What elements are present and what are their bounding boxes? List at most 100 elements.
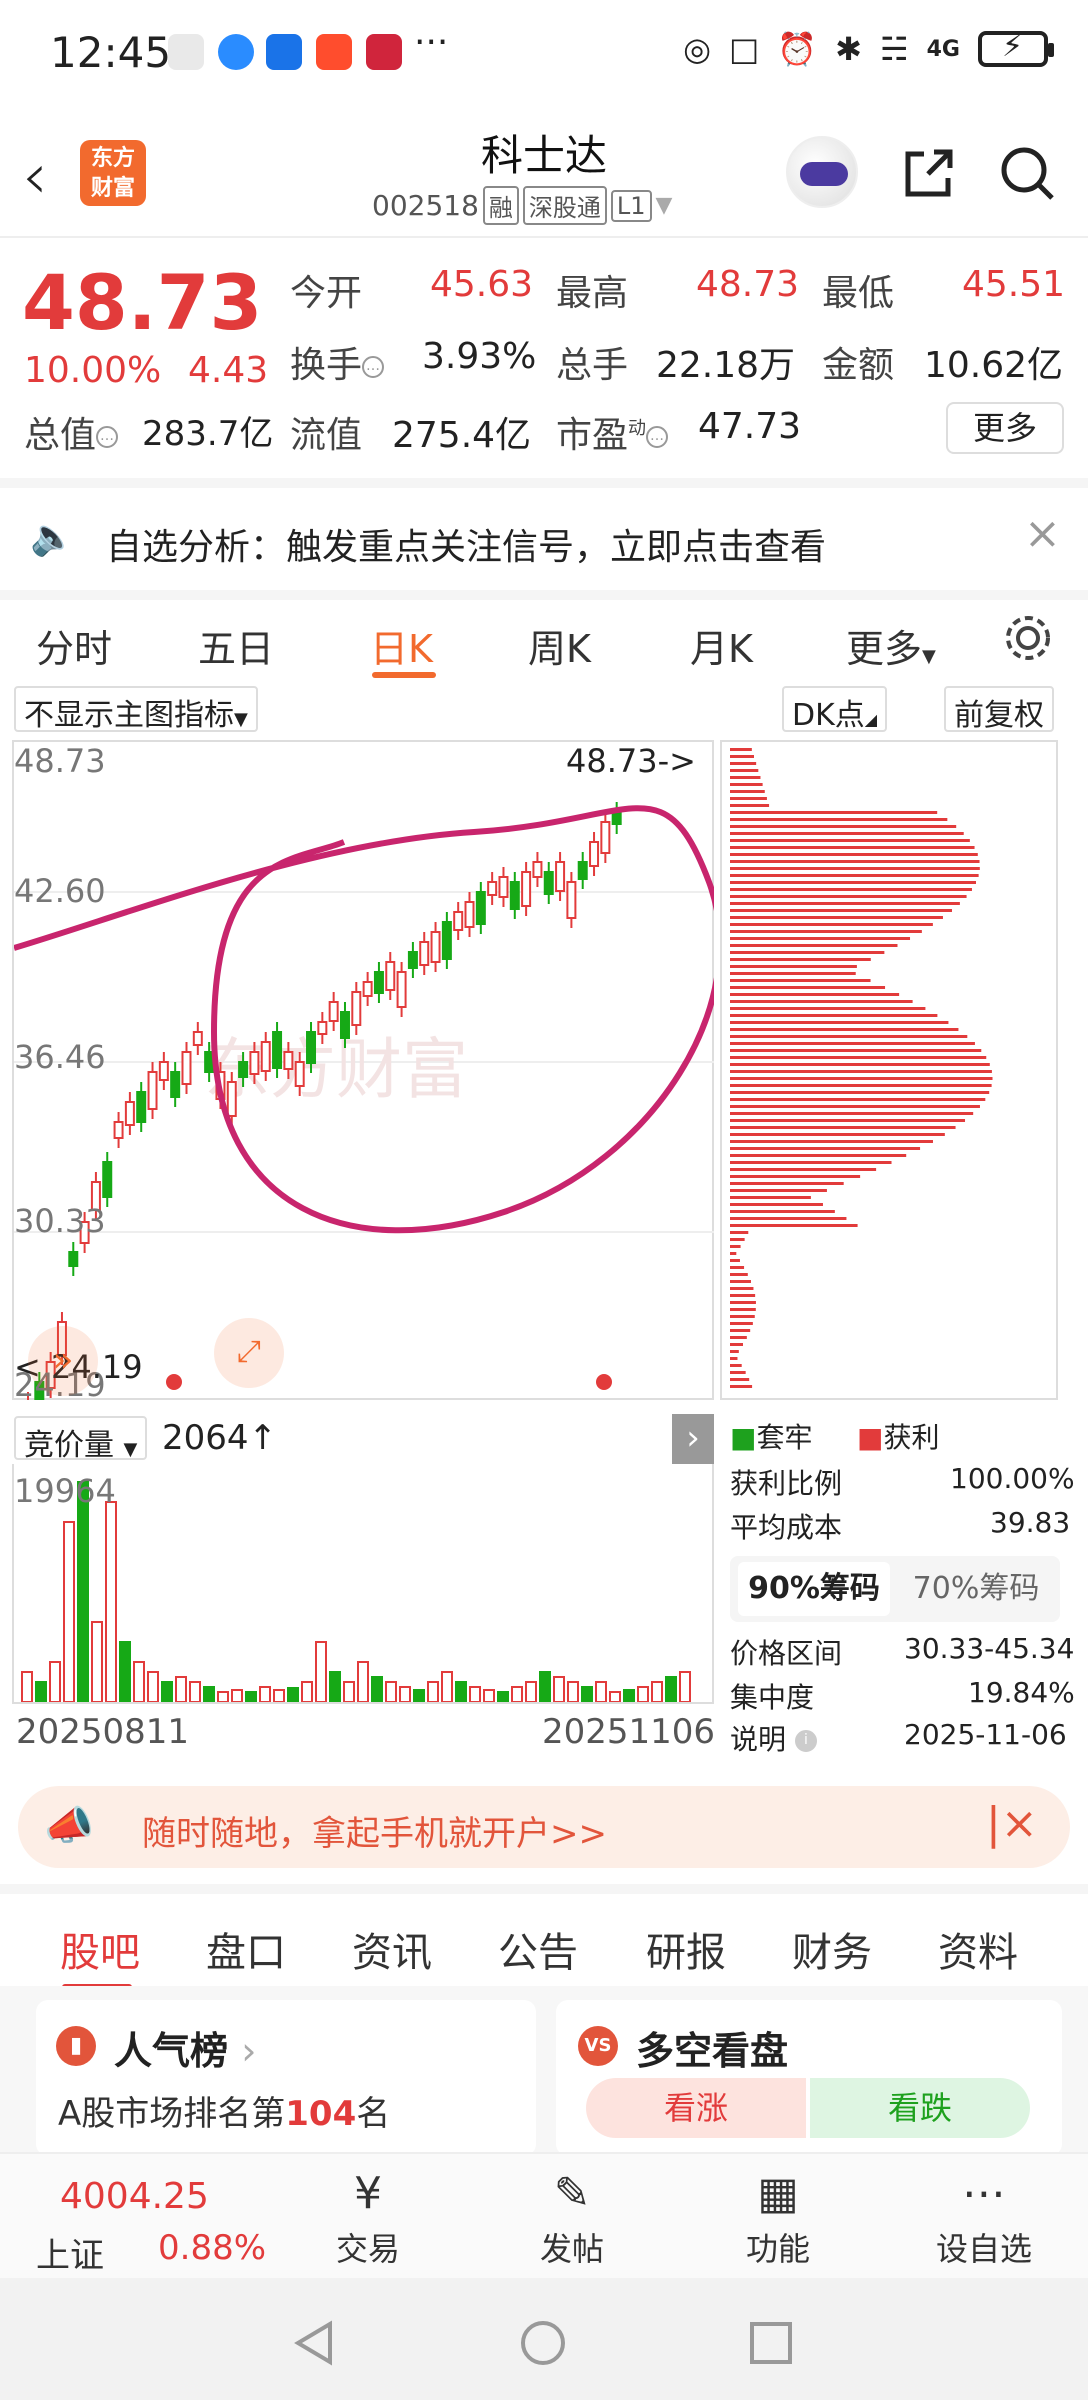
stock-code-line[interactable]: 002518 融 深股通 L1 ▼	[372, 186, 672, 225]
tab-more[interactable]: 更多▼	[846, 618, 936, 673]
tab-intraday[interactable]: 分时	[36, 618, 112, 673]
close-icon[interactable]: ×	[1024, 508, 1061, 559]
volume-bar	[371, 1676, 383, 1703]
candle	[192, 1031, 203, 1046]
back-triangle-icon[interactable]	[290, 2318, 340, 2368]
chip-bar	[730, 762, 757, 765]
volume-bar	[413, 1689, 425, 1703]
event-dot	[166, 1374, 182, 1390]
flower-app-icon	[366, 34, 402, 70]
range-label: 价格区间	[730, 1637, 843, 1670]
candle	[283, 1051, 294, 1070]
candle	[611, 811, 622, 825]
open-label: 今开	[290, 273, 363, 314]
more-button[interactable]: 更多	[946, 402, 1064, 454]
chip-bar	[730, 1252, 737, 1255]
y-label-max: 48.73	[14, 742, 106, 780]
kline-chart[interactable]: 东方财富 48.73 42.60 36.46 30.33 24.19 48.73…	[12, 740, 714, 1404]
info-tabs: 股吧 盘口 资讯 公告 研报 财务 资料	[0, 1884, 1088, 1990]
candle	[419, 941, 430, 966]
tab-monthly-k[interactable]: 月K	[690, 618, 753, 673]
tab-weekly-k[interactable]: 周K	[528, 618, 591, 673]
volume-bar	[679, 1671, 691, 1703]
volume-bar	[595, 1681, 607, 1703]
chip-bar	[730, 1210, 835, 1213]
float-value: 275.4亿	[392, 415, 532, 456]
candle	[453, 911, 464, 931]
dropdown-icon: ▼	[234, 709, 248, 730]
pe-label: 市盈动…	[556, 406, 669, 458]
candle	[328, 1001, 339, 1022]
turnover-label: 换手…	[290, 336, 385, 388]
tab-daily-k[interactable]: 日K	[370, 618, 433, 673]
status-right: ◎ □ ⏰ ✱ ☵ 4G ⚡	[683, 29, 1054, 68]
share-icon[interactable]	[898, 142, 960, 204]
popularity-title-text: 人气榜	[114, 2029, 229, 2073]
tab-five-day[interactable]: 五日	[198, 618, 274, 673]
alert-bar[interactable]: 🔈 自选分析：触发重点关注信号，立即点击查看 ×	[0, 478, 1088, 578]
scroll-left-button[interactable]: »	[28, 1326, 98, 1396]
collapse-chip-button[interactable]: ›	[672, 1414, 714, 1464]
tab-orderbook[interactable]: 盘口	[206, 1920, 286, 1978]
tab-profile[interactable]: 资料	[938, 1920, 1018, 1978]
dk-point-button[interactable]: DK点◢	[782, 686, 888, 733]
alert-text: 自选分析：触发重点关注信号，立即点击查看	[106, 527, 827, 568]
volume-bar	[427, 1681, 439, 1703]
turnover-label-text: 换手	[290, 345, 363, 386]
chip-bar	[730, 769, 759, 772]
volume-label: 总手	[556, 345, 629, 386]
float-label: 流值	[290, 415, 363, 456]
candle	[441, 921, 452, 960]
chip-bar	[730, 1084, 992, 1087]
info-icon[interactable]: i	[794, 1730, 817, 1752]
bullish-button[interactable]: 看涨	[586, 2078, 806, 2138]
tab-90-chip[interactable]: 90%筹码	[738, 1562, 890, 1616]
candle	[317, 1021, 328, 1035]
recents-square-icon[interactable]	[746, 2318, 796, 2368]
popularity-card[interactable]: ▮ 人气榜 › A股市场排名第104名	[36, 2000, 536, 2156]
tab-announcements[interactable]: 公告	[498, 1920, 578, 1978]
tab-research[interactable]: 研报	[646, 1920, 726, 1978]
nav-post[interactable]: ✎ 发帖	[502, 2164, 642, 2270]
change-percent: 10.00%	[24, 350, 162, 391]
chip-bar	[730, 1301, 756, 1304]
chip-bar	[730, 1217, 847, 1220]
indicator-selector[interactable]: 不显示主图指标▼	[14, 686, 258, 733]
info-icon[interactable]: …	[96, 426, 119, 448]
ai-assistant-icon[interactable]	[786, 136, 858, 208]
info-icon[interactable]: …	[646, 426, 669, 448]
close-icon[interactable]: |×	[986, 1798, 1038, 1849]
tab-forum[interactable]: 股吧	[60, 1920, 140, 1978]
index-value[interactable]: 4004.25	[60, 2176, 209, 2217]
home-circle-icon[interactable]	[518, 2318, 568, 2368]
info-icon[interactable]: …	[362, 356, 385, 378]
nfc-icon: □	[729, 30, 760, 68]
settings-gear-icon[interactable]	[1000, 610, 1056, 666]
wifi-icon: ☵	[879, 30, 909, 68]
chip-bar	[730, 1259, 740, 1262]
expand-icon[interactable]: ⤢	[214, 1318, 284, 1388]
tab-70-chip[interactable]: 70%筹码	[900, 1562, 1052, 1616]
amount-label: 金额	[822, 345, 895, 386]
search-icon[interactable]	[996, 142, 1058, 204]
edit-icon: ✎	[553, 2168, 591, 2219]
nav-functions[interactable]: ▦ 功能	[708, 2164, 848, 2270]
end-date: 20251106	[542, 1712, 716, 1752]
bot-app-icon	[266, 34, 302, 70]
bearish-button[interactable]: 看跌	[810, 2078, 1030, 2138]
nav-trade[interactable]: ¥ 交易	[298, 2164, 438, 2270]
bull-bear-card[interactable]: VS 多空看盘 看涨 看跌	[556, 2000, 1062, 2156]
volume-bar	[161, 1681, 173, 1703]
tab-finance[interactable]: 财务	[792, 1920, 872, 1978]
chip-bar	[730, 1000, 913, 1003]
nav-add-watchlist[interactable]: ⋯ 设自选	[914, 2164, 1054, 2270]
volume-selector[interactable]: 竞价量 ▼	[14, 1416, 148, 1463]
open-account-banner[interactable]: 📣 随时随地，拿起手机就开户>> |×	[18, 1786, 1070, 1868]
volume-bar	[567, 1681, 579, 1703]
chip-bar	[730, 916, 943, 919]
tab-news[interactable]: 资讯	[352, 1920, 432, 1978]
candle	[136, 1091, 147, 1123]
adjust-selector[interactable]: 前复权	[944, 686, 1054, 733]
popularity-rank: A股市场排名第104名	[58, 2086, 390, 2135]
chip-distribution	[720, 740, 1058, 1400]
